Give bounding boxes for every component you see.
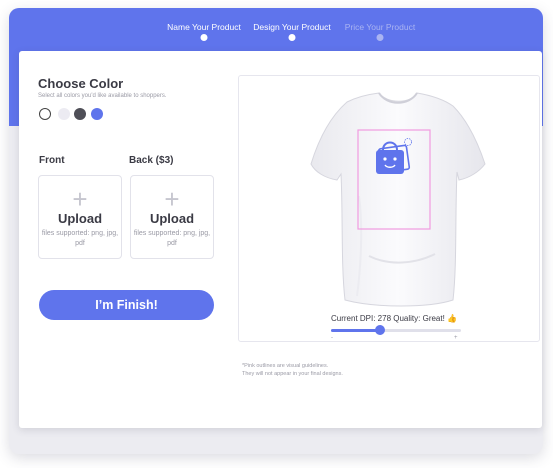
back-label: Back ($3): [129, 155, 174, 166]
progress-steps: Name Your Product Design Your Product Pr…: [160, 22, 430, 46]
back-upload-dropzone[interactable]: + Upload files supported: png, jpg, pdf: [130, 175, 214, 259]
resize-slider-track[interactable]: [331, 329, 461, 332]
finish-button[interactable]: I’m Finish!: [39, 290, 214, 320]
front-upload-title: Upload: [57, 211, 103, 226]
front-upload-hint: files supported: png, jpg, pdf: [41, 230, 119, 247]
guideline-note-line2: They will not appear in your final desig…: [242, 371, 343, 377]
back-upload-title: Upload: [149, 211, 195, 226]
color-swatch-light-gray[interactable]: [58, 108, 70, 120]
step-dot-price-product[interactable]: [376, 34, 384, 41]
slider-max-label: +: [454, 335, 458, 341]
step-name-product[interactable]: Name Your Product: [167, 22, 241, 32]
choose-color-subtitle: Select all colors you'd like available t…: [38, 93, 167, 99]
front-label: Front: [39, 155, 65, 166]
plus-icon: +: [164, 184, 180, 214]
slider-min-label: -: [331, 335, 333, 341]
step-dot-name-product[interactable]: [200, 34, 208, 41]
step-price-product[interactable]: Price Your Product: [345, 22, 415, 32]
back-upload-hint: files supported: png, jpg, pdf: [133, 230, 211, 247]
step-design-product[interactable]: Design Your Product: [253, 22, 331, 32]
step-dot-design-product[interactable]: [288, 34, 296, 41]
choose-color-title: Choose Color: [38, 76, 124, 91]
front-upload-dropzone[interactable]: + Upload files supported: png, jpg, pdf: [38, 175, 122, 259]
shirt-preview: [238, 75, 540, 342]
tshirt-image: [310, 92, 486, 307]
resize-slider-fill: [331, 329, 381, 332]
guideline-note: *Pink outlines are visual guidelines. Th…: [242, 362, 343, 378]
color-swatch-dark-gray[interactable]: [74, 108, 86, 120]
guideline-note-line1: *Pink outlines are visual guidelines.: [242, 363, 329, 369]
plus-icon: +: [72, 184, 88, 214]
color-swatch-white[interactable]: [39, 108, 51, 120]
dpi-quality-readout: Current DPI: 278 Quality: Great! 👍: [331, 314, 458, 323]
color-swatch-blue[interactable]: [91, 108, 103, 120]
